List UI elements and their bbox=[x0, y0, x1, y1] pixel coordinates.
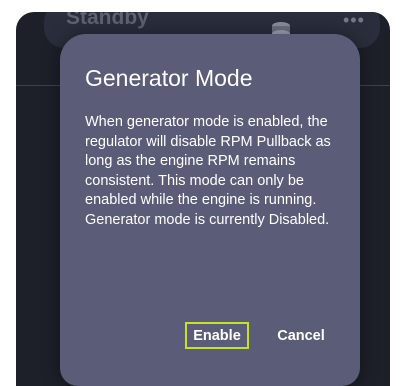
generator-mode-dialog: Generator Mode When generator mode is en… bbox=[60, 34, 360, 386]
enable-button[interactable]: Enable bbox=[185, 322, 249, 349]
status-label: Standby bbox=[66, 12, 149, 29]
dialog-message: When generator mode is enabled, the regu… bbox=[85, 114, 331, 228]
cancel-button[interactable]: Cancel bbox=[269, 322, 333, 349]
more-icon[interactable]: ••• bbox=[343, 12, 365, 31]
dialog-title: Generator Mode bbox=[85, 65, 253, 91]
